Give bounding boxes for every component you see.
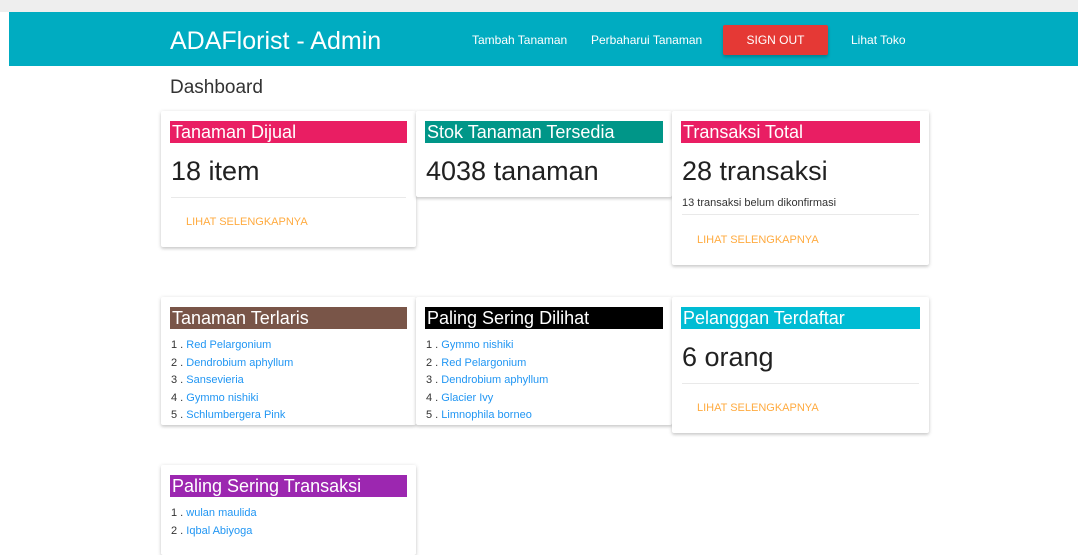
sign-out-button[interactable]: SIGN OUT (723, 25, 828, 55)
window-top-strip (0, 0, 1078, 12)
card-title: Paling Sering Dilihat (425, 307, 663, 329)
list-item: 2 . Red Pelargonium (426, 356, 527, 369)
plant-link[interactable]: Dendrobium aphyllum (441, 374, 548, 386)
card-divider (682, 383, 919, 384)
top-navbar: ADAFlorist - Admin Tambah Tanaman Perbah… (9, 12, 1078, 66)
list-item: 5 . Schlumbergera Pink (171, 409, 286, 421)
list-item: 1 . Red Pelargonium (171, 339, 272, 351)
plant-link[interactable]: Glacier Ivy (441, 392, 493, 404)
card-tanaman-dijual: Tanaman Dijual 18 item LIHAT SELENGKAPNY… (161, 111, 416, 247)
card-paling-sering-transaksi: Paling Sering Transaksi 1 . wulan maulid… (161, 465, 416, 555)
nav-tambah-tanaman[interactable]: Tambah Tanaman (472, 32, 567, 48)
plant-link[interactable]: Gymmo nishiki (186, 392, 258, 404)
plant-link[interactable]: Gymmo nishiki (441, 339, 513, 351)
best-seller-list: 1 . Red Pelargonium 2 . Dendrobium aphyl… (171, 337, 293, 425)
card-transaksi-total: Transaksi Total 28 transaksi 13 transaks… (672, 111, 929, 265)
list-item: 1 . Gymmo nishiki (426, 339, 514, 351)
card-title: Pelanggan Terdaftar (681, 307, 920, 329)
list-item: 4 . Gymmo nishiki (171, 391, 259, 404)
card-value: 6 orang (682, 342, 774, 372)
plant-link[interactable]: Sansevieria (186, 374, 243, 386)
list-item: 5 . Limnophila borneo (426, 409, 532, 421)
list-item: 1 . wulan maulida (171, 507, 257, 519)
card-pelanggan-terdaftar: Pelanggan Terdaftar 6 orang LIHAT SELENG… (672, 297, 929, 433)
card-title: Tanaman Dijual (170, 121, 407, 143)
plant-link[interactable]: Red Pelargonium (186, 339, 271, 351)
card-paling-sering-dilihat: Paling Sering Dilihat 1 . Gymmo nishiki … (416, 297, 672, 425)
nav-perbaharui-tanaman[interactable]: Perbaharui Tanaman (591, 32, 702, 48)
list-item: 2 . Iqbal Abiyoga (171, 524, 253, 537)
card-title: Transaksi Total (681, 121, 920, 143)
lihat-selengkapnya-link[interactable]: LIHAT SELENGKAPNYA (697, 402, 819, 414)
most-viewed-list: 1 . Gymmo nishiki 2 . Red Pelargonium 3 … (426, 337, 548, 425)
list-item: 4 . Glacier Ivy (426, 391, 494, 404)
card-stok-tanaman: Stok Tanaman Tersedia 4038 tanaman (416, 111, 672, 197)
card-divider (171, 197, 406, 198)
card-title: Paling Sering Transaksi (170, 475, 407, 497)
list-item: 3 . Sansevieria (171, 374, 244, 386)
card-value: 28 transaksi (682, 156, 828, 186)
page-title: Dashboard (170, 77, 263, 98)
unconfirmed-note: 13 transaksi belum dikonfirmasi (682, 197, 837, 209)
plant-link[interactable]: Schlumbergera Pink (186, 409, 285, 421)
customer-link[interactable]: wulan maulida (186, 507, 256, 519)
plant-link[interactable]: Limnophila borneo (441, 409, 532, 421)
list-item: 2 . Dendrobium aphyllum (171, 356, 294, 369)
card-value: 18 item (171, 156, 260, 186)
brand-title[interactable]: ADAFlorist - Admin (170, 26, 381, 56)
plant-link[interactable]: Dendrobium aphyllum (186, 357, 293, 369)
card-value: 4038 tanaman (426, 156, 599, 186)
plant-link[interactable]: Red Pelargonium (441, 357, 526, 369)
card-title: Stok Tanaman Tersedia (425, 121, 663, 143)
list-item: 3 . Dendrobium aphyllum (426, 374, 549, 386)
card-divider (682, 214, 919, 215)
card-tanaman-terlaris: Tanaman Terlaris 1 . Red Pelargonium 2 .… (161, 297, 416, 425)
lihat-selengkapnya-link[interactable]: LIHAT SELENGKAPNYA (186, 216, 308, 228)
top-customer-list: 1 . wulan maulida 2 . Iqbal Abiyoga (171, 505, 257, 540)
card-title: Tanaman Terlaris (170, 307, 407, 329)
nav-lihat-toko[interactable]: Lihat Toko (851, 32, 906, 48)
lihat-selengkapnya-link[interactable]: LIHAT SELENGKAPNYA (697, 234, 819, 246)
customer-link[interactable]: Iqbal Abiyoga (186, 525, 252, 537)
